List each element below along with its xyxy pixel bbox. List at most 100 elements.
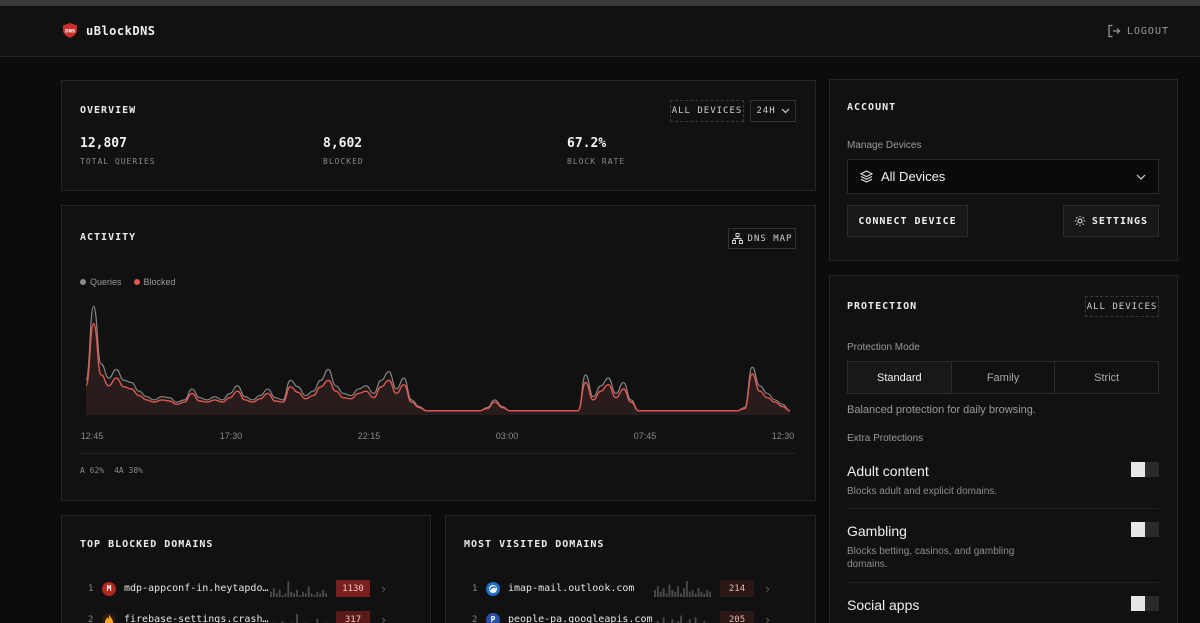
- mode-strict-button[interactable]: Strict: [1055, 362, 1158, 393]
- spark-bar: [281, 594, 284, 597]
- spark-bar: [287, 580, 290, 597]
- svg-text:DNS: DNS: [65, 29, 75, 34]
- toggle-knob: [1131, 522, 1145, 537]
- stat-block-rate-label: BLOCK RATE: [567, 157, 626, 166]
- x-tick-2: 17:30: [219, 431, 243, 441]
- adult-content-title: Adult content: [847, 463, 929, 479]
- connect-device-button[interactable]: CONNECT DEVICE: [847, 205, 968, 237]
- x-tick-4: 03:00: [495, 431, 519, 441]
- spark-bar: [665, 592, 668, 597]
- stat-total-queries-value: 12,807: [80, 136, 127, 151]
- spark-bar: [680, 592, 682, 597]
- overview-device-filter[interactable]: ALL DEVICES: [670, 100, 744, 122]
- legend-blocked-swatch: [133, 279, 140, 285]
- spark-bar: [307, 585, 310, 597]
- spark-bar: [301, 591, 304, 597]
- stat-total-queries-label: TOTAL QUERIES: [80, 157, 156, 166]
- mode-standard-button[interactable]: Standard: [848, 362, 952, 393]
- logout-label: LOGOUT: [1126, 25, 1169, 37]
- social-apps-toggle[interactable]: [1131, 596, 1159, 611]
- account-title: ACCOUNT: [847, 102, 897, 113]
- gear-icon: [1074, 215, 1086, 227]
- sparkline: [654, 615, 709, 623]
- spark-bar: [659, 591, 662, 597]
- most-visited-card: [445, 515, 816, 623]
- brand[interactable]: DNS uBlockDNS: [63, 23, 156, 38]
- adult-content-desc: Blocks adult and explicit domains.: [847, 486, 998, 497]
- top-blocked-row[interactable]: 1 M mdp-appconf-in.heytapdownload.com 11…: [88, 580, 387, 597]
- legend-blocked-label: Blocked: [143, 277, 176, 287]
- row-count-badge: 1130: [336, 580, 370, 597]
- spark-bar: [310, 592, 313, 597]
- top-blocked-row[interactable]: 2 firebase-settings.crashlytics.com 317 …: [88, 611, 387, 623]
- spark-bar: [683, 587, 685, 597]
- series-area-blocked: [86, 323, 790, 415]
- gambling-toggle[interactable]: [1131, 522, 1159, 537]
- outlook-favicon-icon: [486, 581, 500, 596]
- spark-bar: [685, 580, 688, 597]
- settings-button[interactable]: SETTINGS: [1063, 205, 1159, 237]
- logout-button[interactable]: LOGOUT: [1107, 24, 1169, 38]
- toggle-knob: [1131, 462, 1145, 477]
- spark-bar: [688, 591, 691, 597]
- spark-bar: [296, 613, 298, 623]
- mode-description: Balanced protection for daily browsing.: [847, 404, 1036, 416]
- chevron-right-icon[interactable]: ›: [380, 582, 387, 596]
- device-select-value: All Devices: [881, 169, 946, 184]
- x-tick-6: 12:30: [771, 431, 795, 441]
- chevron-right-icon[interactable]: ›: [764, 613, 771, 623]
- row-domain: people-pa.googleapis.com: [508, 614, 653, 623]
- most-visited-title: MOST VISITED DOMAINS: [464, 539, 605, 550]
- row-domain: mdp-appconf-in.heytapdownload.com: [124, 583, 270, 594]
- overview-card: [61, 80, 816, 191]
- chevron-down-icon: [1136, 174, 1146, 180]
- row-count-badge: 205: [720, 611, 754, 623]
- chevron-right-icon[interactable]: ›: [764, 582, 771, 596]
- stat-block-rate-value: 67.2%: [567, 136, 607, 151]
- spark-bar: [671, 589, 674, 597]
- spark-bar: [694, 592, 697, 597]
- protection-mode-selector: Standard Family Strict: [847, 361, 1159, 394]
- chevron-right-icon[interactable]: ›: [380, 613, 387, 623]
- manage-devices-label: Manage Devices: [847, 140, 922, 151]
- flame-favicon-icon: [102, 612, 116, 623]
- spark-bar: [680, 615, 682, 623]
- row-rank: 1: [88, 583, 94, 594]
- spark-bar: [293, 592, 296, 597]
- spark-bar: [662, 587, 665, 597]
- gambling-title: Gambling: [847, 523, 907, 539]
- device-select[interactable]: All Devices: [847, 159, 1159, 194]
- row-domain: firebase-settings.crashlytics.com: [124, 614, 270, 623]
- spark-bar: [319, 592, 322, 597]
- spark-bar: [275, 592, 278, 597]
- most-visited-row[interactable]: 2 P people-pa.googleapis.com 205 ›: [472, 611, 771, 623]
- top-blocked-card: [61, 515, 431, 623]
- x-tick-1: 12:45: [80, 431, 104, 441]
- stat-blocked-value: 8,602: [323, 136, 363, 151]
- legend-queries-label: Queries: [90, 277, 122, 287]
- spark-bar: [677, 585, 680, 597]
- mode-family-button[interactable]: Family: [952, 362, 1056, 393]
- sparkline: [272, 613, 327, 623]
- range-label: 24H: [756, 106, 776, 116]
- x-tick-5: 07:45: [633, 431, 657, 441]
- top-blocked-title: TOP BLOCKED DOMAINS: [80, 539, 214, 550]
- dns-map-button[interactable]: DNS MAP: [728, 228, 796, 249]
- spark-bar: [694, 616, 697, 623]
- network-map-icon: [731, 233, 743, 244]
- chevron-down-icon: [781, 108, 790, 114]
- spark-bar: [272, 587, 275, 597]
- toggle-knob: [1131, 596, 1145, 611]
- settings-label: SETTINGS: [1091, 215, 1149, 227]
- spark-bar: [706, 589, 709, 597]
- layers-icon: [860, 170, 873, 183]
- adult-content-toggle[interactable]: [1131, 462, 1159, 477]
- most-visited-row[interactable]: 1 imap-mail.outlook.com 214 ›: [472, 580, 771, 597]
- shield-logo-icon: DNS: [63, 23, 77, 38]
- protection-device-filter[interactable]: ALL DEVICES: [1085, 296, 1159, 317]
- activity-title: ACTIVITY: [80, 232, 137, 243]
- spark-bar: [316, 591, 319, 597]
- range-select[interactable]: 24H: [750, 100, 796, 122]
- spark-bar: [700, 591, 703, 597]
- spark-bar: [656, 585, 659, 597]
